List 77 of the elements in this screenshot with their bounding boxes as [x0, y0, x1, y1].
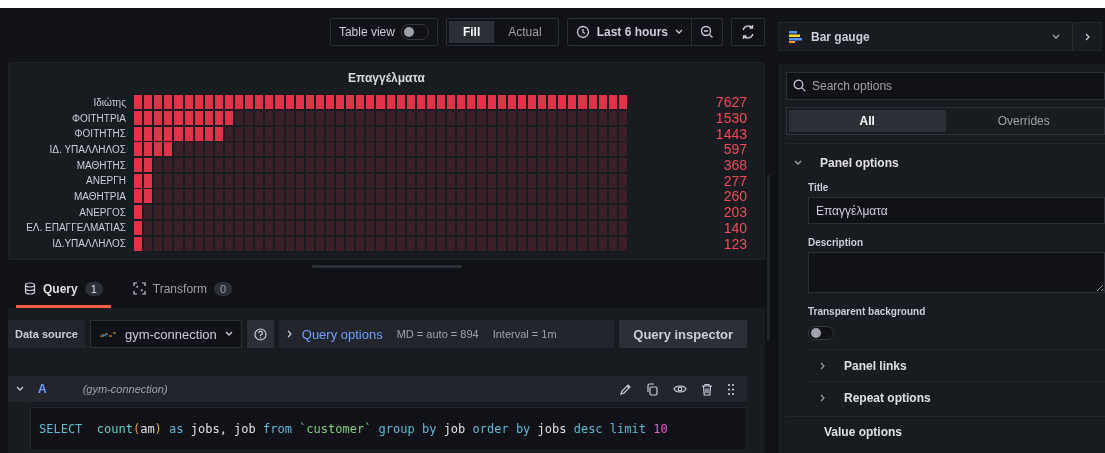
chevron-down-icon[interactable]	[794, 160, 802, 166]
bar-value: 140	[722, 219, 748, 236]
data-source-picker[interactable]: gym-connection	[90, 320, 242, 348]
bar-value: 260	[722, 188, 748, 205]
bar-label: ΕΛ. ΕΠΑΓΓΕΛΜΑΤΙΑΣ	[25, 222, 127, 234]
chevron-right-icon[interactable]	[820, 361, 826, 370]
chevron-right-icon[interactable]	[820, 393, 826, 402]
sql-editor[interactable]: SELECT count(am) as jobs, job from `customer` group by job order by jobs desc limit 10	[30, 407, 747, 451]
chevron-down-icon	[675, 29, 683, 35]
chevron-right-icon	[286, 330, 293, 338]
query-datasource-name: (gym-connection)	[82, 383, 168, 395]
trash-icon[interactable]	[701, 382, 713, 396]
display-mode-tab[interactable]: Fill	[448, 21, 495, 43]
chevron-down-icon	[1052, 33, 1060, 40]
panel-title: Επαγγέλματα	[347, 70, 426, 87]
datasource-logo-icon	[99, 330, 117, 338]
chevron-down-icon	[224, 331, 233, 337]
bar-label: Ιδιώτης	[92, 96, 127, 108]
bar-label: ΜΑΘΗΤΗΣ	[75, 159, 127, 171]
section-title[interactable]: Value options	[824, 425, 902, 439]
table-view-toggle[interactable]: Table view	[329, 18, 438, 46]
visualization-picker[interactable]: Bar gauge	[778, 22, 1102, 51]
field-label: Transparent background	[808, 306, 927, 317]
bar-value: 7627	[714, 94, 748, 111]
query-editor-tab[interactable]: Transform 0	[124, 280, 241, 308]
data-source-label: Data source	[8, 320, 85, 348]
refresh-button[interactable]	[731, 18, 765, 46]
database-icon	[24, 282, 36, 295]
bar-label: ΦΟΙΤΗΤΡΙΑ	[70, 112, 127, 124]
count-badge: 0	[214, 281, 233, 296]
bar-label: ΑΝΕΡΓΗ	[85, 175, 127, 187]
title-input[interactable]: Επαγγέλματα	[808, 197, 1105, 224]
section-title[interactable]: Panel options	[820, 156, 899, 170]
count-badge: 1	[84, 281, 103, 296]
toggle-switch[interactable]	[400, 24, 429, 40]
pencil-icon[interactable]	[619, 382, 632, 396]
bar-value: 597	[722, 141, 748, 158]
subsection-title[interactable]: Panel links	[844, 358, 907, 373]
bar-gauge-icon	[789, 30, 803, 43]
bar-label: ΙΔ.ΥΠΑΛΛΗΛΟΣ	[51, 238, 127, 250]
zoom-out-icon	[700, 25, 714, 39]
copy-icon[interactable]	[646, 382, 659, 396]
bar-label: ΦΟΙΤΗΤΗΣ	[73, 128, 127, 140]
bar-value: 203	[722, 204, 748, 221]
field-label: Title	[808, 182, 830, 193]
toggle-switch[interactable]	[808, 326, 834, 340]
field-label: Description	[808, 237, 864, 248]
bar-value: 277	[722, 172, 748, 189]
chevron-right-icon[interactable]	[1085, 32, 1091, 41]
options-tab[interactable]: All	[789, 110, 946, 132]
clock-icon	[575, 25, 590, 39]
bar-label: ΜΑΘΗΤΡΙΑ	[72, 190, 127, 202]
query-letter: A	[38, 382, 47, 396]
chevron-down-icon[interactable]	[16, 386, 24, 392]
eye-icon[interactable]	[673, 384, 687, 394]
table-view-label: Table view	[338, 25, 395, 39]
bar-value: 368	[722, 157, 748, 174]
transform-icon	[132, 282, 146, 295]
help-button[interactable]	[246, 320, 274, 348]
bar-value: 123	[722, 235, 748, 252]
bar-label: ΙΔ. ΥΠΑΛΛΗΛΟΣ	[48, 143, 127, 155]
display-mode-tab[interactable]: Actual	[494, 21, 556, 43]
drag-handle-icon[interactable]	[727, 382, 735, 396]
max-data-points-text: MD = auto = 894	[396, 328, 479, 340]
bar-label: ΑΝΕΡΓΟΣ	[78, 206, 127, 218]
query-inspector-button[interactable]: Query inspector	[619, 320, 747, 348]
interval-text: Interval = 1m	[492, 328, 557, 340]
bar-value: 1530	[714, 110, 748, 127]
subsection-title[interactable]: Repeat options	[844, 390, 931, 405]
question-icon	[253, 327, 267, 341]
query-options-link[interactable]: Query options	[301, 326, 383, 342]
bar-value: 1443	[714, 125, 748, 142]
options-tab[interactable]: Overrides	[945, 110, 1102, 132]
refresh-icon	[740, 24, 756, 40]
search-icon	[793, 79, 806, 92]
search-options-field[interactable]: Search options	[786, 72, 1105, 100]
sql-query-text: SELECT count(am) as jobs, job from `customer` group by job order by jobs desc limit 10	[39, 422, 668, 436]
